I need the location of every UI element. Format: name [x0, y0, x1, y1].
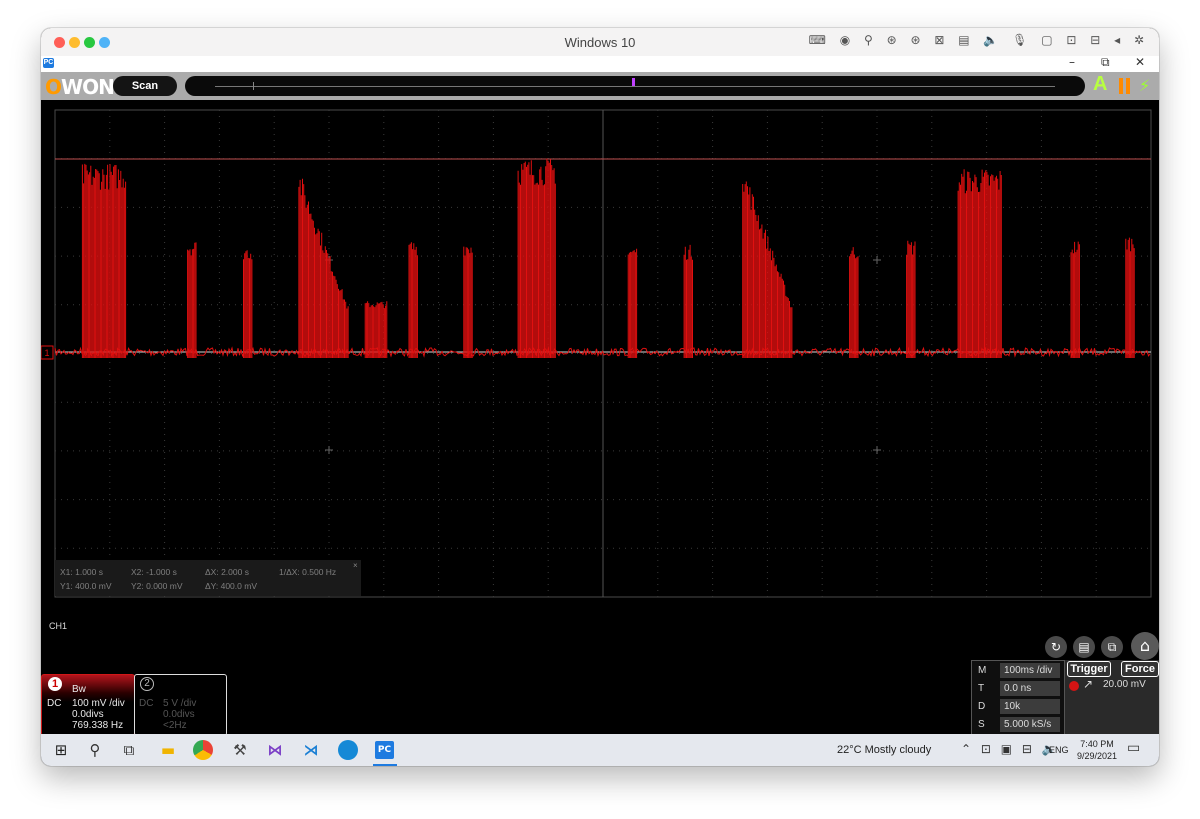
cursor-y1: Y1: 400.0 mV	[60, 581, 112, 591]
vscode-icon[interactable]: ⋊	[301, 741, 321, 759]
window-icon[interactable]: ⧉	[1101, 636, 1123, 658]
ch2-scale: 5 V /div	[163, 698, 197, 709]
windows-start-icon[interactable]: ⊞	[53, 741, 69, 759]
language-indicator[interactable]: ENG	[1049, 745, 1069, 755]
depth-row[interactable]: D 10k	[972, 698, 1064, 715]
search-icon[interactable]: ⚲	[87, 741, 103, 759]
menu-bar-icons[interactable]: ⌨ ◉ ⚲ ⊛ ⊛ ⊠ ▤ 🔈 🎙 ▢ ⊡ ⊟ ◂ ✲	[809, 33, 1149, 47]
system-tray[interactable]: ⌃ ⊡ ▣ ⊟ 🔈	[961, 742, 1060, 756]
cursor-dy: ΔY: 400.0 mV	[205, 581, 257, 591]
restore-button[interactable]: ⧉	[1101, 55, 1110, 70]
ch1-level-number: 1	[44, 348, 49, 358]
memory-timeline[interactable]	[185, 76, 1085, 96]
cursor-x2: X2: -1.000 s	[131, 567, 177, 577]
timeline-marker	[253, 82, 254, 90]
cursor-dx: ΔX: 2.000 s	[205, 567, 249, 577]
ch2-coupling: DC	[139, 698, 154, 709]
signal-burst	[364, 301, 388, 358]
home-icon[interactable]: ⌂	[1131, 632, 1159, 660]
ch1-number-icon: 1	[48, 677, 62, 691]
signal-burst	[957, 169, 1002, 358]
rising-edge-icon[interactable]: ↗	[1083, 677, 1093, 691]
trigger-button[interactable]: Trigger	[1067, 661, 1111, 677]
ch1-settings-panel[interactable]: 1 Bw DC 100 mV /div 0.0divs 769.338 Hz	[41, 674, 135, 736]
visual-studio-icon[interactable]: ⋈	[265, 741, 285, 759]
ch2-settings-panel[interactable]: 2 DC 5 V /div 0.0divs <2Hz	[134, 674, 227, 736]
pc-taskbar-icon[interactable]: PC	[375, 741, 394, 759]
pc-app-icon: PC	[43, 58, 54, 68]
trigger-level[interactable]: 20.00 mV	[1103, 679, 1146, 690]
timebase-panel[interactable]: M 100ms /div T 0.0 ns D 10k S 5.000 kS/s	[971, 660, 1065, 736]
notification-icon[interactable]: ▭	[1127, 740, 1140, 756]
file-explorer-icon[interactable]: ▬	[159, 741, 177, 759]
burst-pulses	[364, 301, 388, 358]
clock[interactable]: 7:40 PM 9/29/2021	[1077, 738, 1117, 762]
cursor-inv-dx: 1/ΔX: 0.500 Hz	[279, 567, 337, 577]
ch2-number-icon: 2	[140, 677, 154, 691]
tool-icon[interactable]: ⚒	[231, 741, 249, 759]
ch1-scale: 100 mV /div	[72, 698, 125, 709]
bolt-icon[interactable]: ⚡	[1139, 76, 1150, 95]
refresh-icon[interactable]: ↻	[1045, 636, 1067, 658]
windows-taskbar: ⊞ ⚲ ⧉ ▬ ⚒ ⋈ ⋊ PC 22°C Mostly cloudy ⌃ ⊡ …	[41, 734, 1159, 766]
sample-rate-row[interactable]: S 5.000 kS/s	[972, 716, 1064, 733]
burst-pulses	[957, 169, 1002, 358]
timeline-track	[215, 86, 1055, 87]
save-icon[interactable]: ▤	[1073, 636, 1095, 658]
ch1-bandwidth: Bw	[72, 684, 86, 695]
ch1-coupling: DC	[47, 698, 62, 709]
signal-burst	[81, 163, 127, 358]
trigger-position-marker[interactable]	[632, 78, 635, 86]
ch2-frequency: <2Hz	[163, 720, 187, 731]
trigger-time-row[interactable]: T 0.0 ns	[972, 680, 1064, 697]
quick-toolbar: ↻ ▤ ⧉ ⌂	[1045, 632, 1159, 660]
ch1-offset: 0.0divs	[72, 709, 104, 720]
clock-date: 9/29/2021	[1077, 751, 1118, 761]
app-window: Windows 10 ⌨ ◉ ⚲ ⊛ ⊛ ⊠ ▤ 🔈 🎙 ▢ ⊡ ⊟ ◂ ✲ P…	[41, 28, 1159, 766]
scope-toolbar: OWON Scan A ⚡	[41, 72, 1159, 100]
cursor-x1: X1: 1.000 s	[60, 567, 104, 577]
chrome-icon[interactable]	[193, 740, 213, 760]
edge-icon[interactable]	[338, 740, 358, 760]
task-view-icon[interactable]: ⧉	[121, 741, 137, 759]
trigger-panel: Trigger Force ↗ 20.00 mV	[1065, 660, 1159, 734]
force-button[interactable]: Force	[1121, 661, 1159, 677]
ch1-frequency: 769.338 Hz	[72, 720, 124, 731]
ch2-offset: 0.0divs	[163, 709, 195, 720]
app-titlebar: PC – ⧉ ✕	[41, 55, 1159, 72]
channel-label: CH1	[49, 621, 68, 631]
owon-logo: OWON	[45, 75, 115, 99]
cursor-readout: X1: 1.000 s X2: -1.000 s ΔX: 2.000 s 1/Δ…	[55, 560, 361, 596]
clock-time: 7:40 PM	[1080, 739, 1114, 749]
timebase-row[interactable]: M 100ms /div	[972, 662, 1064, 679]
pause-icon[interactable]	[1118, 78, 1132, 94]
scan-button[interactable]: Scan	[113, 76, 177, 96]
weather-widget[interactable]: 22°C Mostly cloudy	[837, 744, 931, 756]
auto-set-button[interactable]: A	[1093, 73, 1107, 96]
burst-pulses	[81, 163, 127, 358]
mac-titlebar: Windows 10 ⌨ ◉ ⚲ ⊛ ⊛ ⊠ ▤ 🔈 🎙 ▢ ⊡ ⊟ ◂ ✲	[41, 28, 1159, 57]
cursor-close-icon[interactable]: ×	[353, 561, 358, 570]
trigger-source-icon	[1069, 681, 1079, 691]
active-app-indicator	[373, 764, 397, 766]
cursor-y2: Y2: 0.000 mV	[131, 581, 183, 591]
minimize-button[interactable]: –	[1069, 55, 1075, 69]
close-button[interactable]: ✕	[1135, 55, 1145, 69]
